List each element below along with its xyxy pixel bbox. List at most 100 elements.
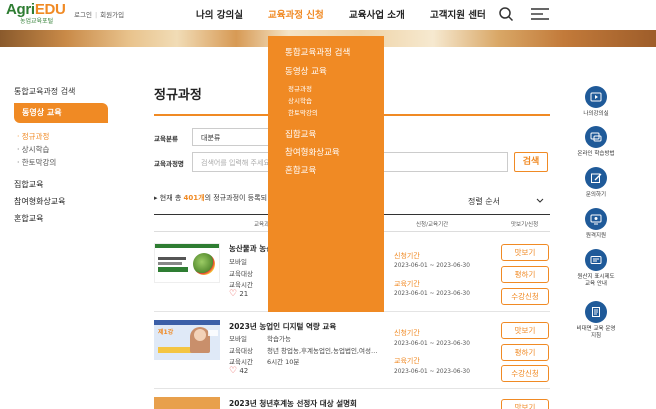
total-count: 401개 [183, 194, 205, 202]
course-name-label: 교육과정명 [154, 160, 184, 168]
quick-label: 문의하기 [585, 192, 607, 198]
sidebar-sub-always[interactable]: · 상시학습 [17, 144, 49, 155]
column-actions: 맛보기/신청 [511, 222, 539, 228]
heart-icon: ♡ [229, 366, 238, 376]
quick-untact-guideline[interactable]: 비대면 교육 운영 지침 [576, 301, 616, 340]
sidebar-item-video-conference[interactable]: 참여형화상교육 [14, 196, 66, 207]
column-period: 신청/교육기간 [416, 222, 449, 228]
sidebar-sub-label: 정규과정 [21, 132, 50, 141]
chevron-down-icon [536, 198, 544, 203]
login-link[interactable]: 로그인 [74, 11, 92, 19]
join-link[interactable]: 회원가입 [100, 11, 124, 19]
dropdown-item-group[interactable]: 집합교육 [285, 128, 316, 140]
edu-period-label: 교육기간 [394, 280, 420, 288]
sidebar-item-group[interactable]: 집합교육 [14, 179, 43, 190]
quick-inquiry[interactable]: 문의하기 [576, 167, 616, 199]
review-button[interactable]: 평하기 [501, 266, 549, 283]
quick-remote-support[interactable]: 원격지원 [576, 208, 616, 240]
nav-support-center[interactable]: 고객지원 센터 [430, 7, 486, 21]
logo-text-accent: EDU [34, 1, 66, 18]
edu-period-label: 교육기간 [394, 357, 420, 365]
quick-label: 원산지 표시제도 교육 안내 [577, 274, 615, 287]
dropdown-item-video-conference[interactable]: 참여형화상교육 [285, 146, 340, 158]
quick-label: 비대면 교육 운영 지침 [576, 326, 616, 339]
quick-origin-label-guide[interactable]: 원산지 표시제도 교육 안내 [576, 249, 616, 288]
quick-online-guide[interactable]: 온라인 학습방법 [576, 126, 616, 158]
dropdown-item-blended[interactable]: 혼합교육 [285, 164, 316, 176]
meta-label: 교육대상 [229, 347, 253, 355]
card-icon [585, 249, 607, 271]
meta-label: 모바일 [229, 258, 247, 266]
dropdown-item-video[interactable]: 동영상 교육 [285, 65, 327, 77]
search-icon[interactable] [498, 6, 514, 22]
enroll-button[interactable]: 수강신청 [501, 288, 549, 305]
apply-period-label: 신청기간 [394, 329, 420, 337]
sidebar-title[interactable]: 통합교육과정 검색 [14, 86, 75, 97]
monitor-icon [585, 208, 607, 230]
category-label: 교육분류 [154, 135, 178, 143]
dropdown-sub-short[interactable]: 한토막강의 [288, 107, 318, 117]
util-divider: | [94, 11, 98, 19]
sidebar-sub-short[interactable]: · 한토막강의 [17, 157, 56, 168]
course-title[interactable]: 2023년 농업인 디지털 역량 교육 [229, 321, 336, 332]
like-count[interactable]: ♡ 42 [229, 366, 248, 376]
review-button[interactable]: 평하기 [501, 344, 549, 361]
like-count[interactable]: ♡ 21 [229, 289, 248, 299]
quick-label: 온라인 학습방법 [577, 151, 615, 157]
nav-my-classroom[interactable]: 나의 강의실 [196, 7, 243, 21]
meta-value: 청년 창업농,후계농업인,농업법인,여성… [267, 347, 378, 355]
meta-label: 모바일 [229, 335, 247, 343]
column-course: 교육과 [254, 222, 270, 228]
total-count-text: ▸ 현재 총 401개의 정규과정이 등록되 [154, 194, 268, 202]
course-meta-target: 교육대상 [229, 268, 253, 278]
util-links: 로그인 | 회원가입 [74, 9, 124, 19]
dropdown-sub-always[interactable]: 상시학습 [288, 95, 312, 105]
course-thumbnail[interactable] [154, 397, 220, 409]
quick-label: 원격지원 [585, 233, 607, 239]
total-prefix: 현재 총 [159, 194, 182, 202]
preview-button[interactable]: 맛보기 [501, 244, 549, 261]
preview-button[interactable]: 맛보기 [501, 322, 549, 339]
search-button[interactable]: 검색 [514, 152, 548, 172]
course-title[interactable]: 2023년 청년후계농 선정자 대상 설명회 [229, 398, 357, 409]
quick-label: 나의강의실 [583, 111, 609, 117]
category-select[interactable]: 대분류 [192, 128, 276, 146]
hamburger-menu-icon[interactable] [530, 6, 550, 22]
like-number: 21 [239, 290, 249, 298]
edit-icon [585, 167, 607, 189]
nav-course-apply[interactable]: 교육과정 신청 [268, 7, 324, 21]
sort-select[interactable]: 정렬 순서 [460, 191, 550, 211]
quick-my-classroom[interactable]: 나의강의실 [576, 86, 616, 118]
meta-value: 6시간 10분 [267, 358, 300, 366]
sidebar-item-video-education[interactable]: 동영상 교육 [14, 103, 108, 123]
like-number: 42 [239, 367, 249, 375]
course-meta-target: 교육대상 청년 창업농,후계농업인,농업법인,여성… [229, 345, 377, 355]
dropdown-sub-regular[interactable]: 정규과정 [288, 83, 312, 93]
course-meta-time: 교육시간 6시간 10분 [229, 356, 299, 366]
preview-button[interactable]: 맛보기 [501, 399, 549, 409]
logo-text: Agri [6, 1, 35, 18]
course-thumbnail[interactable] [154, 243, 220, 283]
enroll-button[interactable]: 수강신청 [501, 365, 549, 382]
apply-period-date: 2023-06-01 ~ 2023-06-30 [394, 341, 470, 347]
meta-label: 교육시간 [229, 358, 253, 366]
sidebar-item-blended[interactable]: 혼합교육 [14, 213, 43, 224]
nav-program-intro[interactable]: 교육사업 소개 [349, 7, 405, 21]
page-title: 정규과정 [154, 88, 202, 103]
course-thumbnail[interactable]: 제1강 [154, 320, 220, 360]
sidebar-sub-label: 상시학습 [21, 145, 50, 154]
dropdown-item-search[interactable]: 통합교육과정 검색 [285, 46, 350, 58]
row-divider [154, 388, 550, 389]
header: AgriEDU 농업교육포털 로그인 | 회원가입 나의 강의실 교육과정 신청 교… [0, 0, 656, 30]
meta-value: 학습가능 [267, 335, 291, 343]
course-title[interactable]: 농산물과 농산 [229, 243, 273, 254]
heart-icon: ♡ [229, 289, 238, 299]
apply-period-label: 신청기간 [394, 252, 420, 260]
course-dropdown-menu: 통합교육과정 검색 동영상 교육 정규과정 상시학습 한토막강의 집합교육 참여… [268, 36, 384, 312]
sidebar-sub-regular[interactable]: · 정규과정 [17, 131, 49, 142]
search-placeholder: 검색어를 입력해 주세요 [201, 159, 270, 167]
course-meta-mobile: 모바일 [229, 256, 247, 266]
site-logo[interactable]: AgriEDU 농업교육포털 [6, 2, 66, 26]
chat-icon [585, 126, 607, 148]
course-meta-mobile: 모바일 학습가능 [229, 333, 291, 343]
